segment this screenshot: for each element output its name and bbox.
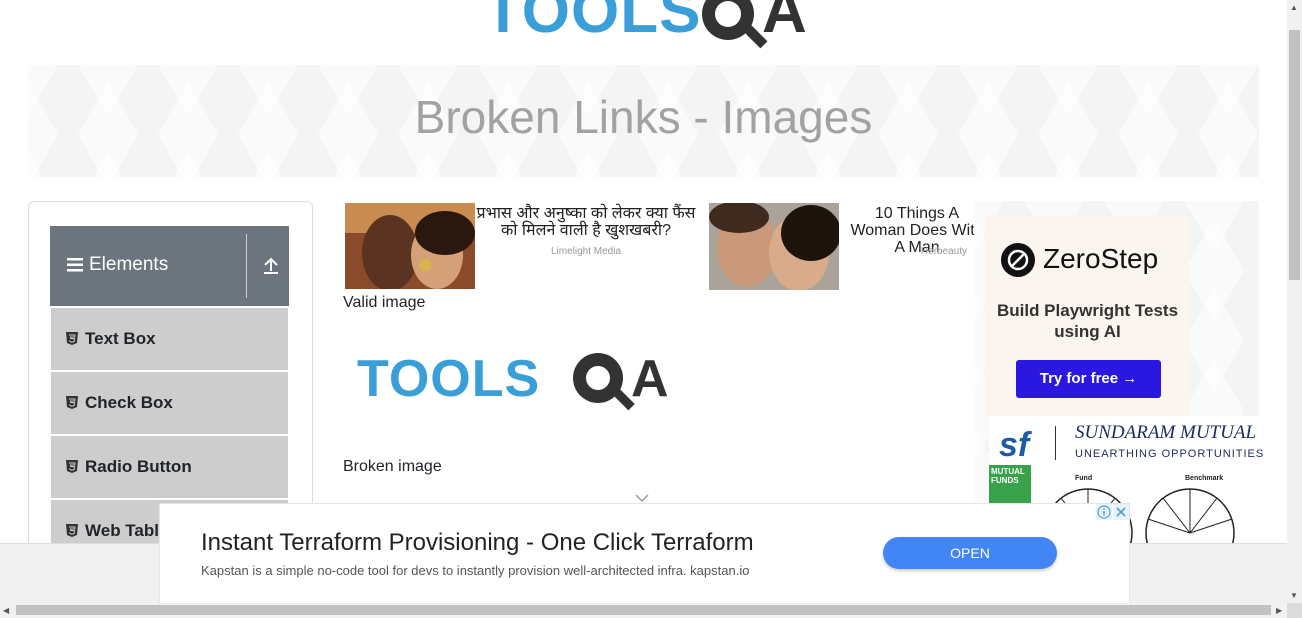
ad-source[interactable]: Limelight Media	[475, 246, 697, 257]
scroll-left-icon[interactable]: ◀	[3, 606, 9, 615]
sundaram-name: SUNDARAM MUTUAL	[1075, 422, 1257, 443]
svg-text:A: A	[762, 0, 807, 46]
scroll-up-icon[interactable]: ▲	[1290, 3, 1298, 12]
html5-icon	[66, 396, 78, 414]
scroll-down-icon[interactable]: ▼	[1290, 591, 1298, 600]
sundaram-tagline: UNEARTHING OPPORTUNITIES	[1075, 448, 1265, 460]
svg-text:TOOLS: TOOLS	[484, 0, 701, 46]
html5-icon	[66, 332, 78, 350]
bottom-ad[interactable]: Instant Terraform Provisioning - One Cli…	[159, 503, 1130, 604]
zerostep-logo-icon	[1001, 243, 1035, 277]
ad-close-icon[interactable]	[1113, 504, 1129, 525]
sidebar-item-check-box[interactable]: Check Box	[51, 372, 288, 436]
adchoices-icon[interactable]	[1096, 504, 1112, 525]
zerostep-ad[interactable]: ZeroStep Build Playwright Tests using AI…	[986, 216, 1189, 416]
ad-source[interactable]: Herbeauty	[839, 246, 974, 257]
zerostep-headline: Build Playwright Tests using AI	[996, 301, 1179, 341]
html5-icon	[66, 460, 78, 478]
fund-label: Fund	[1075, 475, 1093, 482]
broken-image-label: Broken image	[343, 458, 442, 475]
bottom-ad-title[interactable]: Instant Terraform Provisioning - One Cli…	[201, 529, 754, 557]
sidebar-item-label: Text Box	[85, 329, 156, 348]
mutual-funds-badge: MUTUAL FUNDS	[989, 465, 1031, 503]
hamburger-icon	[67, 258, 83, 277]
ad-text-clip: 10 Things A Woman Does With A Man Herbea…	[839, 205, 974, 265]
benchmark-label: Benchmark	[1185, 475, 1224, 482]
benchmark-riskometer-icon	[1143, 486, 1237, 543]
ad-headline[interactable]: प्रभास और अनुष्का को लेकर क्या फैंस को म…	[475, 205, 697, 239]
valid-image: TOOLS A	[357, 346, 681, 427]
scrollbar-corner	[1287, 603, 1302, 618]
vertical-scroll-thumb[interactable]	[1289, 30, 1300, 280]
svg-text:A: A	[631, 350, 669, 408]
sundaram-divider	[1055, 426, 1056, 460]
bottom-ad-description[interactable]: Kapstan is a simple no-code tool for dev…	[201, 563, 749, 578]
zerostep-brand: ZeroStep	[1043, 243, 1159, 274]
page-banner: Broken Links - Images	[28, 65, 1259, 177]
sidebar-item-label: Check Box	[85, 393, 173, 412]
ad-image-couple-2[interactable]	[709, 203, 839, 290]
group-title: Elements	[89, 254, 169, 275]
ad-image-couple-1[interactable]	[345, 203, 475, 289]
collapse-arrow-icon[interactable]	[258, 252, 284, 278]
vertical-scrollbar[interactable]: ▲ ▼	[1287, 0, 1302, 603]
sundaram-logo-icon: sf	[999, 424, 1043, 467]
scroll-right-icon[interactable]: ▶	[1276, 606, 1282, 615]
header-divider	[246, 234, 247, 298]
sidebar-item-text-box[interactable]: Text Box	[51, 308, 288, 372]
sidebar-item-radio-button[interactable]: Radio Button	[51, 436, 288, 500]
try-for-free-button[interactable]: Try for free →	[1016, 360, 1161, 398]
valid-image-label: Valid image	[343, 294, 426, 311]
horizontal-scroll-thumb[interactable]	[16, 605, 1271, 615]
elements-group-header[interactable]: Elements	[50, 226, 289, 306]
svg-text:TOOLS: TOOLS	[357, 350, 540, 408]
horizontal-scrollbar[interactable]: ◀ ▶	[0, 603, 1287, 618]
open-button[interactable]: OPEN	[883, 537, 1057, 569]
svg-text:sf: sf	[999, 426, 1033, 462]
toolsqa-logo[interactable]: TOOLS A	[484, 0, 814, 61]
sidebar-item-label: Radio Button	[85, 457, 192, 476]
html5-icon	[66, 524, 78, 542]
page-title: Broken Links - Images	[414, 91, 873, 143]
